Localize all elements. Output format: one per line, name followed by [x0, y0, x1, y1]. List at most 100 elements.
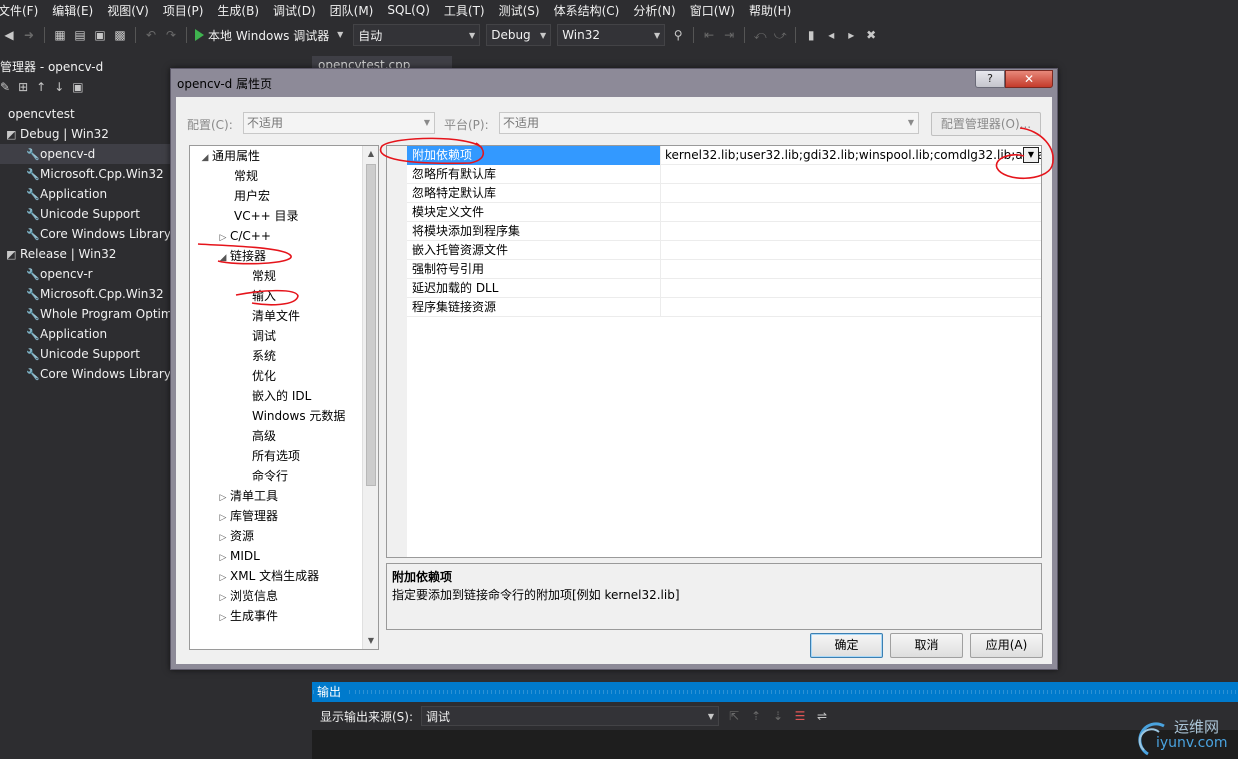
property-row-module-definition-file[interactable]: 模块定义文件	[407, 203, 1041, 222]
configuration-manager-button[interactable]: 配置管理器(O)...	[931, 112, 1041, 136]
goto-line-icon[interactable]: ⇱	[727, 709, 741, 723]
menu-item[interactable]: 项目(P)	[156, 2, 211, 19]
menu-item[interactable]: 帮助(H)	[742, 2, 798, 19]
tree-item-property-sheet[interactable]: 🔧Unicode Support	[0, 204, 175, 224]
tree-node-command-line[interactable]: 命令行	[252, 466, 288, 486]
platform-combo[interactable]: 不适用 ▼	[499, 112, 919, 134]
menu-item[interactable]: 生成(B)	[210, 2, 266, 19]
collapsed-arrow-icon[interactable]: ▷	[216, 528, 230, 548]
collapsed-arrow-icon[interactable]: ▷	[216, 588, 230, 608]
move-up-icon[interactable]: ↑	[36, 80, 46, 94]
menu-item[interactable]: 视图(V)	[100, 2, 156, 19]
property-row-additional-dependencies[interactable]: 附加依赖项 kernel32.lib;user32.lib;gdi32.lib;…	[407, 146, 1041, 165]
word-wrap-icon[interactable]: ⇌	[815, 709, 829, 723]
tree-node-user-macros[interactable]: 用户宏	[234, 186, 270, 206]
menu-item[interactable]: 工具(T)	[437, 2, 492, 19]
undo-icon[interactable]: ↶	[144, 28, 158, 42]
menu-item[interactable]: SQL(Q)	[380, 3, 437, 17]
menu-item[interactable]: 测试(S)	[492, 2, 547, 19]
property-row-add-module-to-assembly[interactable]: 将模块添加到程序集	[407, 222, 1041, 241]
menu-item[interactable]: 调试(D)	[266, 2, 323, 19]
uncomment-icon[interactable]: ⤻	[773, 28, 787, 42]
tree-item-property-sheet[interactable]: 🔧Microsoft.Cpp.Win32	[0, 164, 175, 184]
save-icon[interactable]: ▣	[93, 28, 107, 42]
tree-item-property-sheet[interactable]: 🔧Application	[0, 184, 175, 204]
collapsed-arrow-icon[interactable]: ▷	[216, 488, 230, 508]
menu-item[interactable]: 文件(F)	[0, 2, 45, 19]
help-button[interactable]: ?	[975, 70, 1005, 88]
tree-item-property-sheet[interactable]: 🔧Application	[0, 324, 175, 344]
tree-node-embedded-idl[interactable]: 嵌入的 IDL	[252, 386, 311, 406]
tree-node-linker-input[interactable]: 输入	[252, 286, 276, 306]
back-icon[interactable]: ◀	[2, 28, 16, 42]
properties-icon[interactable]: ✎	[0, 80, 10, 94]
add-property-sheet-icon[interactable]: ⊞	[18, 80, 28, 94]
tree-item-property-sheet[interactable]: 🔧Unicode Support	[0, 344, 175, 364]
tree-node-advanced[interactable]: 高级	[252, 426, 276, 446]
tree-item-property-sheet[interactable]: 🔧Core Windows Library	[0, 224, 175, 244]
prev-bookmark-icon[interactable]: ◂	[824, 28, 838, 42]
start-debugging-button[interactable]: 本地 Windows 调试器 ▼	[195, 27, 347, 44]
save-icon[interactable]: ▣	[72, 80, 83, 94]
tree-node-c-cpp[interactable]: ▷ C/C++	[216, 226, 271, 246]
open-file-icon[interactable]: ▤	[73, 28, 87, 42]
tree-item-release-config[interactable]: ◩ Release | Win32	[0, 244, 175, 264]
collapsed-arrow-icon[interactable]: ▷	[216, 228, 230, 248]
outdent-icon[interactable]: ⇥	[722, 28, 736, 42]
tree-node-manifest-tool[interactable]: ▷ 清单工具	[216, 486, 278, 506]
solution-platform-combo[interactable]: Win32 ▼	[557, 24, 666, 46]
tree-node-linker[interactable]: ◢ 链接器	[216, 246, 266, 266]
menu-item[interactable]: 编辑(E)	[45, 2, 100, 19]
tree-node-optimization[interactable]: 优化	[252, 366, 276, 386]
tree-scrollbar[interactable]: ▲ ▼	[362, 146, 378, 649]
scroll-up-icon[interactable]: ▲	[363, 146, 378, 162]
tree-node-manifest-file[interactable]: 清单文件	[252, 306, 300, 326]
tree-node-midl[interactable]: ▷ MIDL	[216, 546, 260, 566]
indent-icon[interactable]: ⇤	[702, 28, 716, 42]
scroll-down-icon[interactable]: ▼	[363, 633, 378, 649]
property-row-force-symbol-references[interactable]: 强制符号引用	[407, 260, 1041, 279]
tree-item-property-sheet[interactable]: 🔧Core Windows Library	[0, 364, 175, 384]
next-message-icon[interactable]: ⇣	[771, 709, 785, 723]
tree-node-windows-metadata[interactable]: Windows 元数据	[252, 406, 345, 426]
tree-node-build-events[interactable]: ▷ 生成事件	[216, 606, 278, 626]
tree-node-all-options[interactable]: 所有选项	[252, 446, 300, 466]
tree-node-vc-directories[interactable]: VC++ 目录	[234, 206, 299, 226]
dropdown-arrow-icon[interactable]: ▼	[1023, 147, 1039, 163]
next-bookmark-icon[interactable]: ▸	[844, 28, 858, 42]
property-row-ignore-specific-default-libraries[interactable]: 忽略特定默认库	[407, 184, 1041, 203]
expanded-arrow-icon[interactable]: ◢	[198, 148, 212, 168]
apply-button[interactable]: 应用(A)	[970, 633, 1043, 658]
tree-node-xml-doc-generator[interactable]: ▷ XML 文档生成器	[216, 566, 320, 586]
ok-button[interactable]: 确定	[810, 633, 883, 658]
bookmark-icon[interactable]: ▮	[804, 28, 818, 42]
tree-item-property-sheet[interactable]: 🔧Whole Program Optimization	[0, 304, 175, 324]
move-down-icon[interactable]: ↓	[54, 80, 64, 94]
prev-message-icon[interactable]: ⇡	[749, 709, 763, 723]
redo-icon[interactable]: ↷	[164, 28, 178, 42]
tree-node-common-properties[interactable]: ◢ 通用属性	[198, 146, 260, 166]
property-row-ignore-all-default-libraries[interactable]: 忽略所有默认库	[407, 165, 1041, 184]
property-row-embed-managed-resource-file[interactable]: 嵌入托管资源文件	[407, 241, 1041, 260]
tree-node-system[interactable]: 系统	[252, 346, 276, 366]
tree-node-browse-information[interactable]: ▷ 浏览信息	[216, 586, 278, 606]
menu-item[interactable]: 体系结构(C)	[547, 2, 627, 19]
clear-all-icon[interactable]: ☰	[793, 709, 807, 723]
tree-node-librarian[interactable]: ▷ 库管理器	[216, 506, 278, 526]
tree-node-debugging[interactable]: 调试	[252, 326, 276, 346]
debug-target-combo[interactable]: 自动 ▼	[353, 24, 481, 46]
comment-icon[interactable]: ⤺	[753, 28, 767, 42]
tree-item-property-sheet[interactable]: 🔧opencv-d	[0, 144, 175, 164]
menu-item[interactable]: 分析(N)	[626, 2, 682, 19]
tree-item-debug-config[interactable]: ◩ Debug | Win32	[0, 124, 175, 144]
output-text-area[interactable]	[312, 730, 1238, 759]
tree-node-linker-general[interactable]: 常规	[252, 266, 276, 286]
expanded-arrow-icon[interactable]: ◢	[216, 248, 230, 268]
tree-item-project[interactable]: opencvtest	[0, 104, 175, 124]
menu-item[interactable]: 团队(M)	[323, 2, 381, 19]
clear-bookmarks-icon[interactable]: ✖	[864, 28, 878, 42]
save-all-icon[interactable]: ▩	[113, 28, 127, 42]
configuration-combo[interactable]: 不适用 ▼	[243, 112, 435, 134]
menu-item[interactable]: 窗口(W)	[683, 2, 742, 19]
solution-config-combo[interactable]: Debug ▼	[486, 24, 552, 46]
